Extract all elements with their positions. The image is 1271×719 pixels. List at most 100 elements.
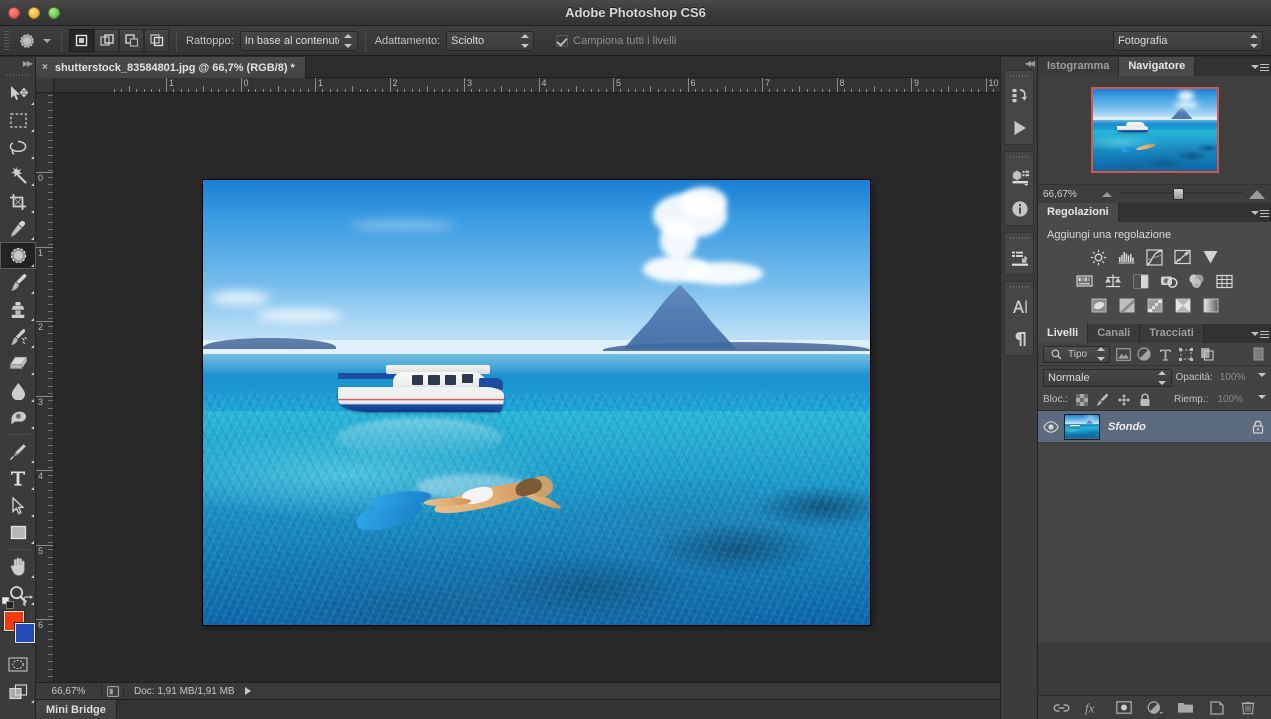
- opacity-value[interactable]: 100%: [1217, 370, 1249, 386]
- layer-row-sfondo[interactable]: Sfondo: [1038, 411, 1271, 443]
- lock-position-icon[interactable]: [1116, 392, 1131, 407]
- document-image[interactable]: [203, 180, 870, 625]
- new-selection-button[interactable]: [69, 29, 94, 52]
- shape-filter-icon[interactable]: [1178, 346, 1194, 363]
- toolbox-grip[interactable]: [0, 70, 35, 80]
- dock-grip[interactable]: [1005, 71, 1033, 80]
- curves-icon[interactable]: [1143, 247, 1167, 267]
- hue-saturation-icon[interactable]: [1073, 271, 1097, 291]
- color-lookup-icon[interactable]: [1213, 271, 1237, 291]
- adapt-select[interactable]: Sciolto: [446, 30, 535, 51]
- smart-object-filter-icon[interactable]: [1199, 346, 1215, 363]
- pixel-filter-icon[interactable]: [1115, 346, 1131, 363]
- new-layer-icon[interactable]: [1208, 699, 1226, 717]
- workspace-select[interactable]: Fotografia: [1113, 31, 1263, 51]
- new-group-icon[interactable]: [1177, 699, 1195, 717]
- tool-preset-chevron-down-icon[interactable]: [40, 29, 54, 53]
- dock-grip[interactable]: [1005, 233, 1033, 242]
- dock-collapse-button[interactable]: ◀◀: [1001, 57, 1037, 70]
- rectangular-marquee-tool[interactable]: [0, 107, 36, 134]
- channel-mixer-icon[interactable]: [1185, 271, 1209, 291]
- status-expand-arrow-icon[interactable]: [244, 687, 251, 695]
- rectangle-tool[interactable]: [0, 519, 36, 546]
- tab-tracciati[interactable]: Tracciati: [1140, 324, 1204, 343]
- new-fill-adjustment-icon[interactable]: [1146, 699, 1164, 717]
- gradient-map-icon[interactable]: [1171, 295, 1195, 315]
- horizontal-ruler[interactable]: 1 0 1 2 3 4 5 6 7 8 9 10: [54, 78, 1000, 93]
- adjustments-panel-menu-icon[interactable]: [1251, 207, 1269, 219]
- navigator-zoom-field[interactable]: 66,67%: [1038, 189, 1096, 200]
- document-tab[interactable]: × shutterstock_83584801.jpg @ 66,7% (RGB…: [36, 57, 306, 78]
- swap-colors-icon[interactable]: [22, 595, 34, 607]
- vertical-ruler[interactable]: 0 1 2 3 4 5 6: [36, 93, 54, 682]
- info-icon[interactable]: [1005, 193, 1035, 225]
- filter-toggle-switch[interactable]: [1250, 346, 1266, 363]
- dock-grip[interactable]: [1005, 282, 1033, 291]
- vibrance-icon[interactable]: [1199, 247, 1223, 267]
- layer-filter-type-select[interactable]: Tipo: [1043, 345, 1111, 363]
- status-zoom-field[interactable]: 66,67%: [36, 683, 102, 699]
- dock-grip[interactable]: [1005, 152, 1033, 161]
- fill-value[interactable]: 100%: [1214, 392, 1246, 408]
- navigator-zoom-slider[interactable]: [1096, 188, 1271, 200]
- selective-color-icon[interactable]: [1199, 295, 1223, 315]
- options-bar-grip[interactable]: [2, 29, 11, 52]
- navigator-panel-menu-icon[interactable]: [1251, 61, 1269, 73]
- link-layers-icon[interactable]: [1053, 699, 1071, 717]
- subtract-from-selection-button[interactable]: [119, 29, 144, 52]
- blur-tool[interactable]: [0, 404, 36, 431]
- sample-all-layers-checkbox[interactable]: Campiona tutti i livelli: [556, 34, 676, 47]
- crop-tool[interactable]: [0, 188, 36, 215]
- character-icon[interactable]: [1005, 291, 1035, 323]
- actions-play-icon[interactable]: [1005, 112, 1035, 144]
- navigator-preview[interactable]: [1038, 76, 1271, 184]
- layer-comps-icon[interactable]: [1005, 242, 1035, 274]
- add-to-selection-button[interactable]: [94, 29, 119, 52]
- screen-mode-button[interactable]: [0, 678, 36, 705]
- layer-style-fx-icon[interactable]: fx: [1084, 699, 1102, 717]
- photo-filter-icon[interactable]: [1157, 271, 1181, 291]
- intersect-with-selection-button[interactable]: [144, 29, 169, 52]
- invert-icon[interactable]: [1087, 295, 1111, 315]
- lock-transparency-icon[interactable]: [1074, 392, 1089, 407]
- tab-regolazioni[interactable]: Regolazioni: [1038, 203, 1119, 222]
- toolbox-collapse-button[interactable]: ▶▶: [0, 57, 35, 70]
- levels-icon[interactable]: [1115, 247, 1139, 267]
- paragraph-icon[interactable]: [1005, 323, 1035, 355]
- tab-livelli[interactable]: Livelli: [1038, 324, 1089, 343]
- tab-istogramma[interactable]: Istogramma: [1038, 57, 1120, 76]
- quick-mask-mode-button[interactable]: [0, 651, 36, 678]
- layers-panel-menu-icon[interactable]: [1251, 328, 1269, 340]
- lasso-tool[interactable]: [0, 134, 36, 161]
- lock-image-icon[interactable]: [1095, 392, 1110, 407]
- magic-wand-tool[interactable]: [0, 161, 36, 188]
- clone-stamp-tool[interactable]: [0, 296, 36, 323]
- canvas-stage[interactable]: [54, 93, 1000, 682]
- blend-mode-select[interactable]: Normale: [1043, 368, 1172, 387]
- color-balance-icon[interactable]: [1101, 271, 1125, 291]
- hand-tool[interactable]: [0, 553, 36, 580]
- brush-tool[interactable]: [0, 269, 36, 296]
- opacity-chevron-down-icon[interactable]: [1257, 372, 1266, 383]
- gradient-tool[interactable]: [0, 377, 36, 404]
- path-selection-tool[interactable]: [0, 492, 36, 519]
- eyedropper-tool[interactable]: [0, 215, 36, 242]
- default-colors-icon[interactable]: [2, 597, 14, 609]
- layers-list[interactable]: Sfondo: [1038, 411, 1271, 643]
- threshold-icon[interactable]: [1143, 295, 1167, 315]
- posterize-icon[interactable]: [1115, 295, 1139, 315]
- type-tool[interactable]: [0, 465, 36, 492]
- move-tool[interactable]: [0, 80, 36, 107]
- slider-knob[interactable]: [1173, 188, 1184, 200]
- type-filter-icon[interactable]: [1157, 346, 1173, 363]
- tab-canali[interactable]: Canali: [1088, 324, 1141, 343]
- brightness-contrast-icon[interactable]: [1087, 247, 1111, 267]
- zoom-out-icon[interactable]: [1102, 191, 1112, 197]
- background-color-swatch[interactable]: [15, 623, 35, 643]
- pen-tool[interactable]: [0, 438, 36, 465]
- layer-mask-icon[interactable]: [1115, 699, 1133, 717]
- eraser-tool[interactable]: [0, 350, 36, 377]
- adjustment-filter-icon[interactable]: [1136, 346, 1152, 363]
- black-white-icon[interactable]: [1129, 271, 1153, 291]
- fill-chevron-down-icon[interactable]: [1257, 394, 1266, 405]
